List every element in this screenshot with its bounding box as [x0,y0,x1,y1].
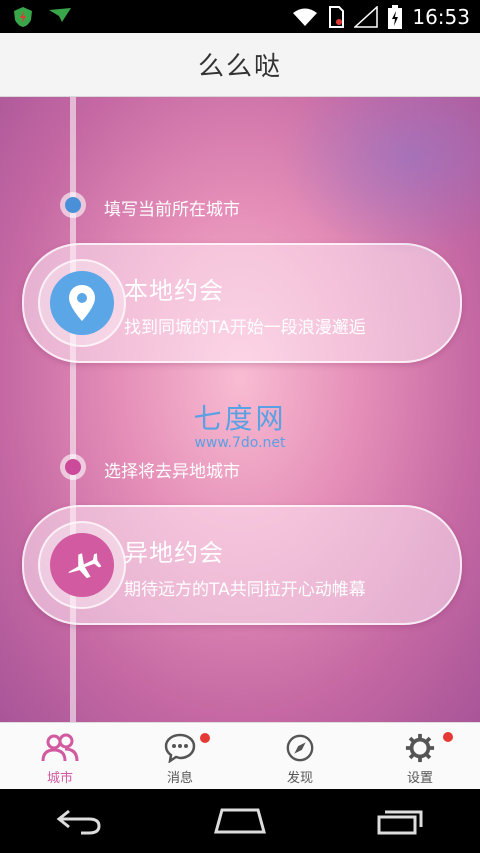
recents-icon[interactable] [377,807,425,835]
watermark: 七度网 www.7do.net [0,397,480,451]
sim-icon [329,6,345,28]
local-date-subtitle: 找到同城的TA开始一段浪漫邂逅 [124,318,366,338]
timeline-dot-local [60,192,86,218]
tab-label-messages: 消息 [166,771,193,786]
tab-label-discover: 发现 [286,771,313,786]
remote-icon-ring [38,521,126,609]
gear-icon [405,733,435,763]
status-bar: 16:53 [0,0,480,33]
remote-date-title: 异地约会 [124,539,224,567]
main-content: 填写当前所在城市 本地约会 找到同城的TA开始一段浪漫邂逅 七度网 www.7d… [0,97,480,722]
app-header: 么么哒 [0,33,480,97]
watermark-url: www.7do.net [194,435,286,451]
local-icon-ring [38,259,126,347]
airplane-icon [50,533,114,597]
bottom-tab-bar: 城市 消息 发现 设置 [0,722,480,790]
timeline-dot-remote [60,454,86,480]
system-nav-bar [0,789,480,853]
location-pin-icon [50,271,114,335]
tab-label-city: 城市 [46,771,73,786]
status-time: 16:53 [412,5,470,29]
notification-badge [200,733,210,743]
signal-icon [354,6,379,28]
step-label-remote: 选择将去异地城市 [104,462,240,482]
remote-date-subtitle: 期待远方的TA共同拉开心动帷幕 [124,580,366,600]
tab-label-settings: 设置 [406,771,433,786]
local-date-card[interactable]: 本地约会 找到同城的TA开始一段浪漫邂逅 [22,243,462,363]
page-title: 么么哒 [197,52,282,82]
remote-date-card[interactable]: 异地约会 期待远方的TA共同拉开心动帷幕 [22,505,462,625]
compass-icon [286,734,314,762]
back-icon[interactable] [55,807,103,835]
step-label-local: 填写当前所在城市 [104,200,240,220]
shield-app-icon [14,7,32,27]
notification-badge [443,732,453,742]
wifi-icon [293,8,318,26]
home-icon[interactable] [214,808,266,834]
battery-icon [388,5,403,29]
chat-icon [164,733,196,763]
tab-city[interactable]: 城市 [0,723,120,790]
flag-app-icon [49,8,71,22]
watermark-text: 七度网 [193,402,287,435]
people-icon [41,733,79,762]
local-date-title: 本地约会 [124,277,224,305]
tab-settings[interactable]: 设置 [360,723,480,790]
tab-messages[interactable]: 消息 [120,723,240,790]
tab-discover[interactable]: 发现 [240,723,360,790]
